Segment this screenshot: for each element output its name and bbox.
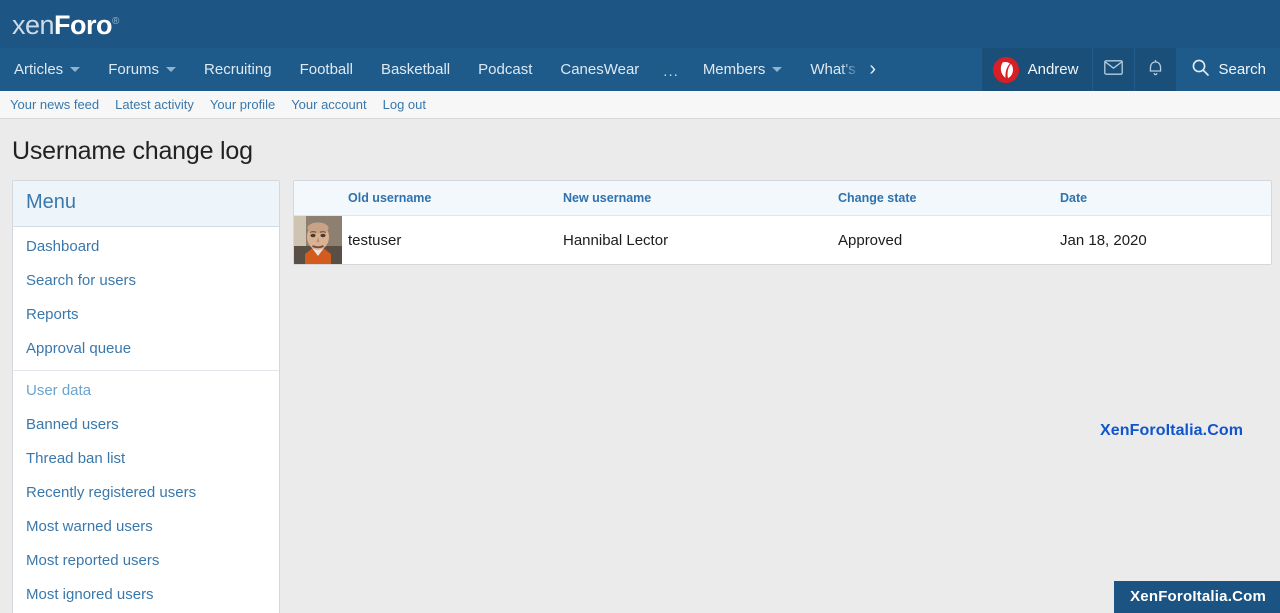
nav-item-label: Articles <box>14 61 64 78</box>
column-header-date[interactable]: Date <box>1054 181 1271 216</box>
subnav-item-your-account[interactable]: Your account <box>291 97 366 112</box>
nav-overflow-menu[interactable]: ... <box>653 48 689 91</box>
sidebar-item-dashboard[interactable]: Dashboard <box>13 230 279 264</box>
subnav-item-news-feed[interactable]: Your news feed <box>10 97 99 112</box>
sidebar-group-main: Dashboard Search for users Reports Appro… <box>13 227 279 370</box>
cell-change-state: Approved <box>832 215 1054 264</box>
sidebar-item-banned-users[interactable]: Banned users <box>13 408 279 442</box>
nav-item-podcast[interactable]: Podcast <box>464 48 546 91</box>
sidebar-item-thread-ban-list[interactable]: Thread ban list <box>13 442 279 476</box>
nav-item-whats-new[interactable]: What's <box>796 48 859 91</box>
chevron-down-icon <box>70 67 81 72</box>
sidebar-item-most-warned-users[interactable]: Most warned users <box>13 510 279 544</box>
nav-item-articles[interactable]: Articles <box>0 48 94 91</box>
cell-old-username: testuser <box>342 215 557 264</box>
table-row[interactable]: testuser Hannibal Lector Approved Jan 18… <box>294 215 1271 264</box>
column-header-change-state[interactable]: Change state <box>832 181 1054 216</box>
sidebar-section-title-user-data: User data <box>26 382 92 399</box>
cell-date: Jan 18, 2020 <box>1054 215 1271 264</box>
subnav-item-log-out[interactable]: Log out <box>383 97 426 112</box>
sidebar-item-reports[interactable]: Reports <box>13 298 279 332</box>
nav-item-basketball[interactable]: Basketball <box>367 48 464 91</box>
page-title: Username change log <box>12 137 253 165</box>
nav-item-caneswear[interactable]: CanesWear <box>546 48 653 91</box>
user-menu-button[interactable]: Andrew <box>982 48 1093 91</box>
nav-item-label: Basketball <box>380 61 451 78</box>
nav-item-label: Football <box>299 61 353 78</box>
logo-text-xen: xen <box>12 10 55 40</box>
subnav-item-latest-activity[interactable]: Latest activity <box>115 97 194 112</box>
envelope-icon <box>1104 59 1124 80</box>
nav-item-label: Members <box>702 61 766 78</box>
sidebar-group-user-data: User data Banned users Thread ban list R… <box>13 370 279 613</box>
nav-item-label: Forums <box>108 61 160 78</box>
nav-item-members[interactable]: Members <box>689 48 797 91</box>
cell-new-username: Hannibal Lector <box>557 215 832 264</box>
logo-registered-mark: ® <box>112 16 119 27</box>
nav-item-football[interactable]: Football <box>286 48 367 91</box>
avatar <box>992 56 1019 83</box>
nav-item-forums[interactable]: Forums <box>94 48 190 91</box>
column-header-new-username[interactable]: New username <box>557 181 832 216</box>
sidebar-header: Menu <box>13 181 279 227</box>
site-header: xenForo® <box>0 0 1280 48</box>
sidebar-item-recently-registered-users[interactable]: Recently registered users <box>13 476 279 510</box>
site-logo[interactable]: xenForo® <box>12 10 119 41</box>
column-header-old-username[interactable]: Old username <box>342 181 557 216</box>
nav-item-label: CanesWear <box>560 61 640 78</box>
chevron-right-icon[interactable]: › <box>860 48 886 91</box>
sidebar-item-approval-queue[interactable]: Approval queue <box>13 332 279 366</box>
logo-text-foro: Foro <box>54 10 113 40</box>
table-header-row: Old username New username Change state D… <box>294 181 1271 216</box>
secondary-navigation-bar: Your news feed Latest activity Your prof… <box>0 91 1280 119</box>
search-button[interactable]: Search <box>1176 48 1280 91</box>
user-name-label: Andrew <box>1027 61 1079 78</box>
search-icon <box>1192 59 1210 80</box>
page-layout: Menu Dashboard Search for users Reports … <box>0 180 1280 613</box>
nav-item-label: Recruiting <box>204 61 272 78</box>
avatar <box>294 216 342 264</box>
sidebar-menu: Menu Dashboard Search for users Reports … <box>12 180 280 613</box>
column-header-avatar <box>294 181 342 216</box>
row-avatar-cell[interactable] <box>294 215 342 264</box>
nav-item-recruiting[interactable]: Recruiting <box>190 48 286 91</box>
nav-item-label: Podcast <box>478 61 533 78</box>
subnav-item-your-profile[interactable]: Your profile <box>210 97 275 112</box>
main-navigation-bar: Articles Forums Recruiting Football Bask… <box>0 48 1280 91</box>
sidebar-item-search-for-users[interactable]: Search for users <box>13 264 279 298</box>
alerts-button[interactable] <box>1134 48 1176 91</box>
inbox-button[interactable] <box>1092 48 1134 91</box>
sidebar-item-most-reported-users[interactable]: Most reported users <box>13 544 279 578</box>
chevron-down-icon <box>772 67 783 72</box>
nav-items-list: Articles Forums Recruiting Football Bask… <box>0 48 982 91</box>
sidebar-item-most-ignored-users[interactable]: Most ignored users <box>13 578 279 612</box>
username-change-log-table: Old username New username Change state D… <box>293 180 1272 265</box>
search-button-label: Search <box>1218 61 1266 78</box>
chevron-down-icon <box>166 67 177 72</box>
user-menu-block: Andrew <box>981 48 1177 91</box>
bell-icon <box>1147 58 1164 81</box>
